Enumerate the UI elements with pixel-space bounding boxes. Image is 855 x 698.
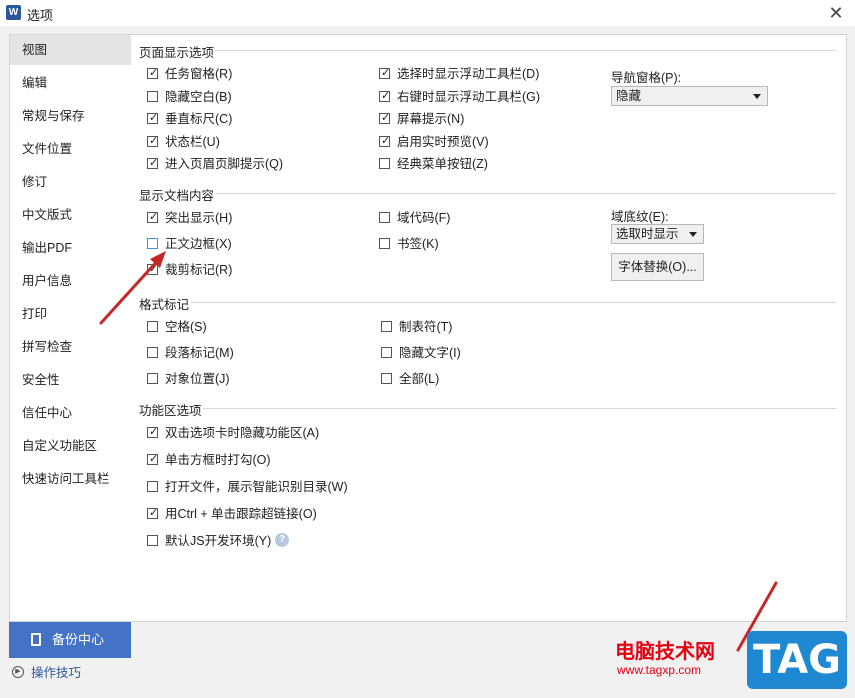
tag-logo-text: TAG [753, 637, 841, 683]
tips-label: 操作技巧 [31, 666, 82, 680]
check-icon: ✓ [149, 426, 159, 438]
section-divider [215, 50, 836, 51]
check-icon: ✓ [149, 507, 159, 519]
sidebar-item-0[interactable]: 视图 [10, 35, 131, 65]
backup-center-label: 备份中心 [52, 632, 105, 647]
section-divider [191, 302, 836, 303]
watermark: 电脑技术网 www.tagxp.com [615, 633, 747, 677]
backup-center-button[interactable]: 备份中心 [9, 622, 131, 658]
sidebar-item-6[interactable]: 输出PDF [10, 233, 131, 263]
sidebar-item-7[interactable]: 用户信息 [10, 266, 131, 296]
tag-logo: TAG [747, 631, 847, 689]
sidebar-item-3[interactable]: 文件位置 [10, 134, 131, 164]
section-divider [203, 408, 836, 409]
check-icon: ✓ [149, 263, 159, 275]
sidebar-item-9[interactable]: 拼写检查 [10, 332, 131, 362]
dropdown-arrow-icon [689, 232, 697, 237]
play-circle-icon: ▶ [12, 666, 24, 678]
field-shading-label: 域底纹(E): [611, 210, 669, 224]
backup-icon [31, 633, 41, 646]
check-icon: ✓ [149, 453, 159, 465]
check-icon: ✓ [149, 157, 159, 169]
font-substitution-button[interactable]: 字体替换(O)... [611, 253, 704, 281]
sidebar-item-10[interactable]: 安全性 [10, 365, 131, 395]
sidebar-item-12[interactable]: 自定义功能区 [10, 431, 131, 461]
close-icon[interactable]: ✕ [825, 2, 847, 24]
check-icon: ✓ [381, 135, 391, 147]
sidebar-item-1[interactable]: 编辑 [10, 68, 131, 98]
sidebar-item-5[interactable]: 中文版式 [10, 200, 131, 230]
section-title-page-display: 页面显示选项 [139, 46, 215, 60]
watermark-text: 电脑技术网 [615, 641, 715, 663]
field-shading-value: 选取时显示 [616, 227, 679, 241]
dropdown-arrow-icon [753, 94, 761, 99]
nav-pane-label: 导航窗格(P): [611, 71, 682, 85]
watermark-url: www.tagxp.com [617, 663, 702, 677]
check-icon: ✓ [381, 90, 391, 102]
help-icon[interactable]: ? [275, 533, 289, 547]
check-icon: ✓ [149, 211, 159, 223]
sidebar-item-8[interactable]: 打印 [10, 299, 131, 329]
sidebar-item-13[interactable]: 快速访问工具栏 [10, 464, 131, 494]
sidebar-item-2[interactable]: 常规与保存 [10, 101, 131, 131]
nav-pane-select[interactable]: 隐藏 [611, 86, 768, 106]
field-shading-select[interactable]: 选取时显示 [611, 224, 704, 244]
sidebar: 视图 编辑 常规与保存 文件位置 修订 中文版式 输出PDF 用户信息 打印 拼写检查 安全性 信任中… [9, 34, 132, 622]
check-icon: ✓ [381, 67, 391, 79]
options-panel: 页面显示选项 ✓ 任务窗格(R) 隐藏空白(B) ✓ 垂直标尺(C) ✓ 状态栏(U)… [131, 34, 847, 622]
nav-pane-value: 隐藏 [616, 89, 642, 103]
section-title-format-marks: 格式标记 [139, 298, 190, 312]
check-icon: ✓ [381, 112, 391, 124]
wps-writer-icon: W [6, 5, 21, 20]
window-title: 选项 [27, 8, 54, 23]
sidebar-item-4[interactable]: 修订 [10, 167, 131, 197]
check-icon: ✓ [149, 67, 159, 79]
section-divider [215, 193, 836, 194]
title-bar: W 选项 ✕ [0, 0, 855, 26]
section-title-doc-content: 显示文档内容 [139, 189, 215, 203]
check-icon: ✓ [149, 112, 159, 124]
check-icon: ✓ [149, 135, 159, 147]
sidebar-item-11[interactable]: 信任中心 [10, 398, 131, 428]
section-title-ribbon: 功能区选项 [139, 404, 202, 418]
